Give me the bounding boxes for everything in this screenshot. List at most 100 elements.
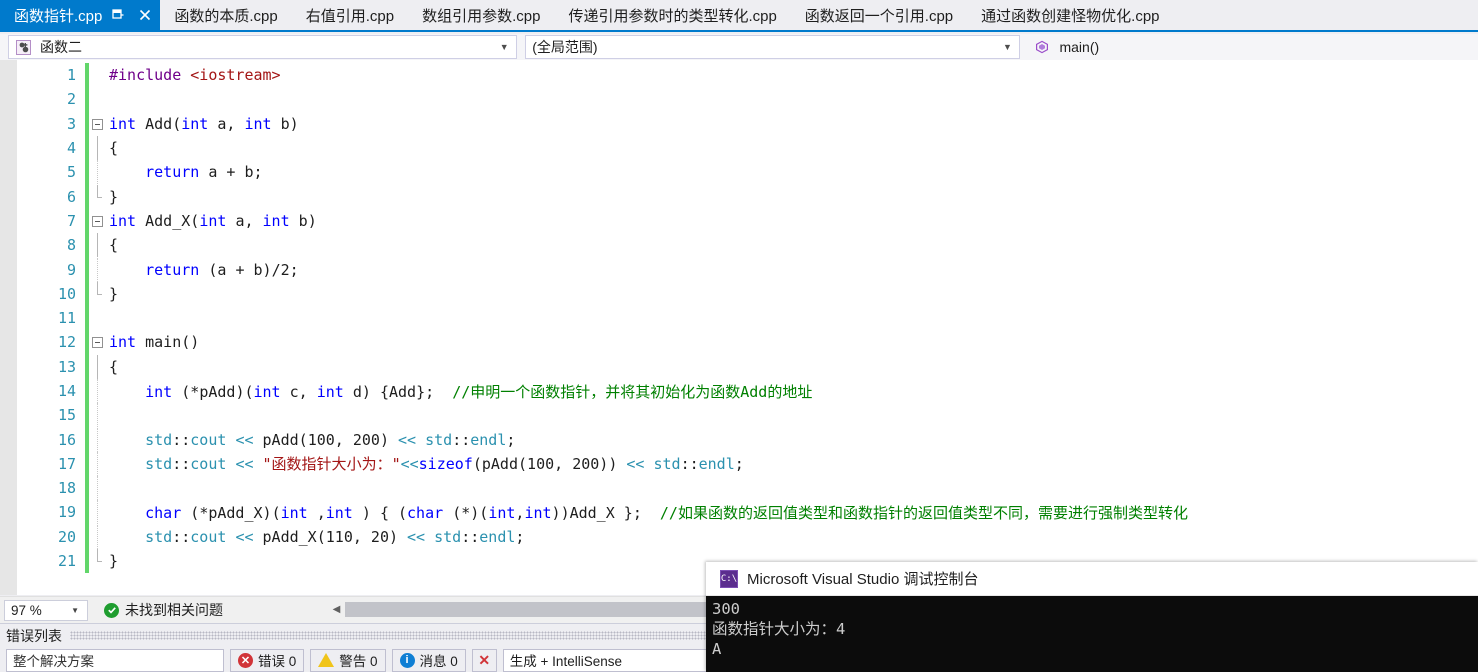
line-number: 13 — [57, 357, 76, 376]
console-title-bar[interactable]: C:\ Microsoft Visual Studio 调试控制台 — [706, 562, 1478, 596]
editor-tab-4[interactable]: 传递引用参数时的类型转化.cpp — [554, 0, 791, 30]
code-text[interactable]: std::cout << pAdd_X(110, 20) << std::end… — [107, 528, 524, 546]
zoom-level-value: 97 % — [11, 602, 42, 618]
warnings-filter-button[interactable]: 警告 0 — [310, 648, 386, 672]
code-scope-dropdown[interactable]: (全局范围) ▼ — [525, 35, 1021, 59]
code-text[interactable]: { — [107, 358, 118, 376]
code-text[interactable]: int main() — [107, 333, 199, 351]
line-number: 21 — [57, 552, 76, 571]
collapse-toggle-icon[interactable] — [89, 214, 107, 227]
errors-filter-button[interactable]: ✕ 错误 0 — [230, 648, 305, 672]
code-line[interactable]: 7 int Add_X(int a, int b) — [17, 208, 1478, 234]
editor-tab-label: 右值引用.cpp — [305, 7, 395, 25]
code-text[interactable]: char (*pAdd_X)(int ,int ) { (char (*)(in… — [107, 502, 1188, 523]
code-text[interactable]: return (a + b)/2; — [107, 261, 299, 279]
chevron-down-icon[interactable]: ▼ — [496, 42, 512, 52]
editor-tab-1[interactable]: 函数的本质.cpp — [160, 0, 292, 30]
line-number: 14 — [57, 382, 76, 400]
code-line[interactable]: 8{ — [17, 233, 1478, 258]
close-tab-icon[interactable] — [134, 4, 156, 26]
code-lines-container[interactable]: 1 #include <iostream> 2 3 int Add(int a, int… — [17, 60, 1478, 595]
code-line[interactable]: 19 char (*pAdd_X)(int ,int ) { (char (*)… — [17, 500, 1478, 525]
warnings-filter-label: 警告 0 — [339, 654, 378, 669]
pin-tab-icon[interactable] — [107, 4, 129, 26]
error-list-title: 错误列表 — [6, 627, 62, 644]
editor-tab-2[interactable]: 右值引用.cpp — [291, 0, 409, 30]
code-line[interactable]: 5 return a + b; — [17, 160, 1478, 185]
indent-guide — [89, 427, 107, 452]
console-output-line: A — [712, 640, 722, 658]
debug-console-window[interactable]: C:\ Microsoft Visual Studio 调试控制台 300 函数指… — [706, 562, 1478, 672]
code-text[interactable]: std::cout << "函数指针大小为："<<sizeof(pAdd(100… — [107, 453, 744, 474]
code-editor[interactable]: 1 #include <iostream> 2 3 int Add(int a, int… — [0, 60, 1478, 595]
code-text[interactable]: } — [107, 552, 118, 570]
code-text[interactable]: #include <iostream> — [107, 66, 281, 84]
editor-tab-label: 传递引用参数时的类型转化.cpp — [568, 7, 777, 25]
line-number: 2 — [66, 90, 76, 109]
code-text[interactable]: int (*pAdd)(int c, int d) {Add}; //申明一个函… — [107, 381, 812, 402]
editor-tab-6[interactable]: 通过函数创建怪物优化.cpp — [967, 0, 1174, 30]
error-scope-value: 整个解决方案 — [13, 654, 94, 669]
code-text[interactable]: int Add_X(int a, int b) — [107, 212, 317, 230]
chevron-down-icon[interactable]: ▼ — [999, 42, 1015, 52]
messages-filter-label: 消息 0 — [419, 654, 458, 669]
zoom-level-dropdown[interactable]: 97 % ▼ — [4, 599, 88, 621]
block-guide — [89, 233, 107, 258]
line-number: 17 — [57, 454, 76, 473]
error-scope-dropdown[interactable]: 整个解决方案 — [6, 648, 224, 672]
chevron-down-icon[interactable]: ▼ — [71, 606, 87, 615]
member-dropdown[interactable]: main() — [1028, 35, 1478, 59]
line-number: 20 — [57, 527, 76, 546]
code-line[interactable]: 1 #include <iostream> — [17, 63, 1478, 88]
line-number: 9 — [66, 260, 76, 279]
editor-tab-0[interactable]: 函数指针.cpp — [0, 0, 161, 30]
messages-filter-button[interactable]: i 消息 0 — [391, 648, 466, 672]
code-text[interactable]: std::cout << pAdd(100, 200) << std::endl… — [107, 431, 515, 449]
editor-tab-label: 函数的本质.cpp — [174, 7, 278, 25]
line-number: 5 — [66, 163, 76, 182]
project-scope-dropdown[interactable]: 函数二 ▼ — [8, 35, 518, 59]
build-intellisense-value: 生成 + IntelliSense — [509, 654, 622, 669]
line-number: 11 — [57, 309, 76, 328]
issue-status[interactable]: 未找到相关问题 — [104, 600, 223, 620]
editor-tab-3[interactable]: 数组引用参数.cpp — [408, 0, 555, 30]
code-line[interactable]: 14 int (*pAdd)(int c, int d) {Add}; //申明… — [17, 378, 1478, 404]
code-line[interactable]: 3 int Add(int a, int b) — [17, 111, 1478, 136]
issue-status-text: 未找到相关问题 — [125, 602, 223, 618]
code-text[interactable]: int Add(int a, int b) — [107, 115, 299, 133]
code-line[interactable]: 2 — [17, 87, 1478, 112]
navigation-bar: 函数二 ▼ (全局范围) ▼ main() — [0, 34, 1478, 60]
code-line[interactable]: 11 — [17, 305, 1478, 331]
code-line[interactable]: 13 { — [17, 354, 1478, 379]
code-line[interactable]: 9 return (a + b)/2; — [17, 257, 1478, 282]
collapse-toggle-icon[interactable] — [89, 117, 107, 130]
code-line[interactable]: 12 int main() — [17, 330, 1478, 355]
code-line[interactable]: 17 std::cout << "函数指针大小为："<<sizeof(pAdd(… — [17, 451, 1478, 477]
change-indicator — [85, 87, 89, 112]
warning-icon — [318, 653, 335, 667]
indent-guide — [89, 500, 107, 525]
code-line[interactable]: 20 std::cout << pAdd_X(110, 20) << std::… — [17, 524, 1478, 549]
code-line[interactable]: 16 std::cout << pAdd(100, 200) << std::e… — [17, 427, 1478, 452]
code-text[interactable]: { — [107, 236, 118, 254]
check-circle-icon — [104, 602, 119, 618]
line-number: 3 — [66, 114, 76, 133]
code-line[interactable]: 15 — [17, 403, 1478, 428]
indent-guide — [89, 257, 107, 282]
code-text[interactable]: { — [107, 139, 118, 157]
code-text[interactable]: return a + b; — [107, 163, 262, 181]
code-line[interactable]: 10} — [17, 281, 1478, 306]
code-line[interactable]: 6} — [17, 184, 1478, 209]
code-line[interactable]: 18 — [17, 476, 1478, 501]
clear-filters-button[interactable]: ✕ — [471, 648, 497, 672]
code-text[interactable]: } — [107, 285, 118, 303]
code-line[interactable]: 4{ — [17, 135, 1478, 161]
block-guide — [89, 354, 107, 379]
console-output-line: 函数指针大小为：4 — [712, 620, 846, 638]
block-guide-end — [89, 549, 107, 573]
editor-tab-5[interactable]: 函数返回一个引用.cpp — [790, 0, 968, 30]
code-text[interactable]: } — [107, 188, 118, 206]
collapse-toggle-icon[interactable] — [89, 336, 107, 349]
scroll-left-icon[interactable]: ◀ — [328, 604, 345, 615]
method-icon — [1031, 40, 1053, 54]
